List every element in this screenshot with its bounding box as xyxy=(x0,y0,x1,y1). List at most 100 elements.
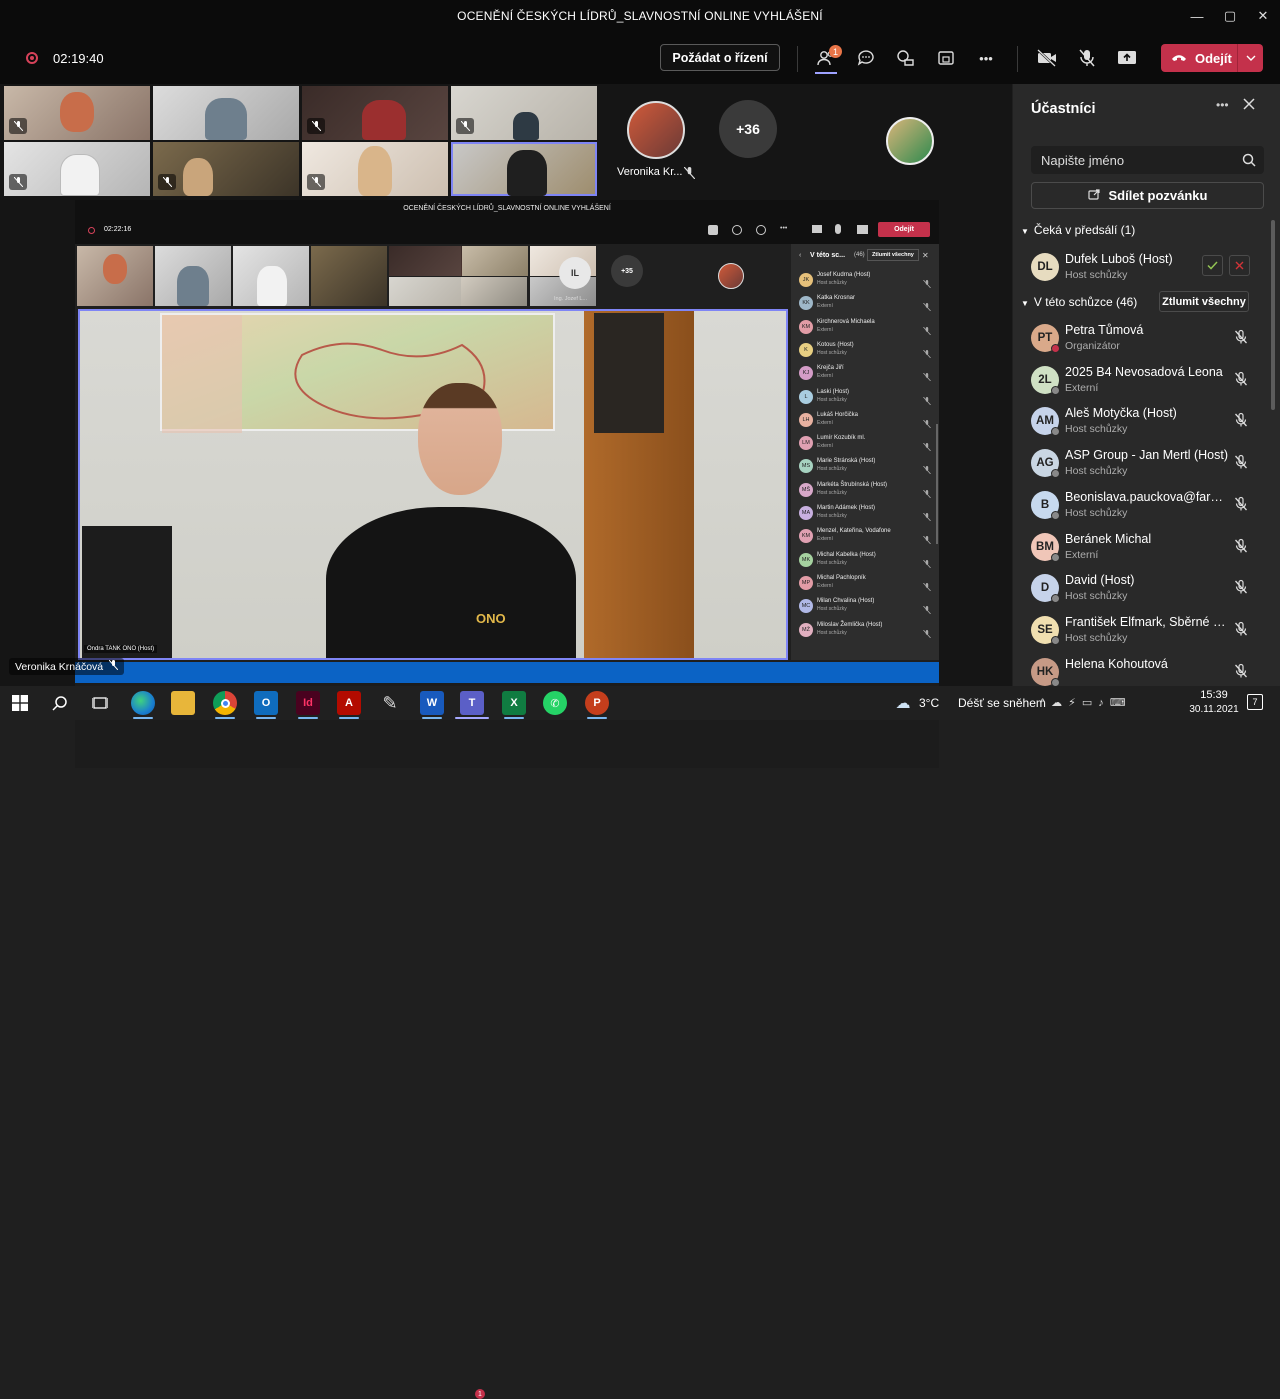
participant-row[interactable]: 2L 2025 B4 Nevosadová Leona Externí xyxy=(1013,362,1268,404)
running-indicator xyxy=(298,717,318,719)
mute-all-button[interactable]: Ztlumit všechny xyxy=(1159,291,1249,312)
panel-scrollbar[interactable] xyxy=(1271,220,1275,410)
participant-row[interactable]: SE František Elfmark, Sběrné sur... Host s… xyxy=(1013,612,1268,654)
running-indicator xyxy=(504,717,524,719)
mic-off-icon[interactable] xyxy=(1233,663,1251,681)
video-tile[interactable] xyxy=(451,86,597,140)
video-tile[interactable] xyxy=(153,86,299,140)
indesign-icon[interactable]: Id xyxy=(296,691,320,715)
mic-off-icon[interactable] xyxy=(1075,46,1099,70)
share-tray-icon[interactable] xyxy=(934,46,958,70)
participant-row[interactable]: PT Petra Tůmová Organizátor xyxy=(1013,320,1268,362)
participant-row[interactable]: BM Beránek Michal Externí xyxy=(1013,529,1268,571)
excel-icon[interactable]: X xyxy=(502,691,526,715)
task-view-icon[interactable] xyxy=(88,691,112,715)
running-indicator xyxy=(587,717,607,719)
leave-button[interactable]: Odejít xyxy=(1161,44,1263,72)
lobby-participant-row[interactable]: DL Dufek Luboš (Host) Host schůzky xyxy=(1013,249,1268,291)
chat-icon[interactable] xyxy=(854,46,878,70)
presence-indicator xyxy=(1051,552,1060,562)
windows-start-icon[interactable] xyxy=(8,691,32,715)
participant-row[interactable]: AG ASP Group - Jan Mertl (Host) Host schůz… xyxy=(1013,445,1268,487)
more-options-icon[interactable]: ••• xyxy=(974,46,998,70)
inner-avatar: KK xyxy=(799,296,813,311)
video-tile[interactable] xyxy=(302,142,448,196)
participant-avatar[interactable] xyxy=(627,101,685,159)
maximize-button[interactable]: ▢ xyxy=(1215,4,1245,28)
presence-indicator xyxy=(1051,469,1060,479)
leave-options-chevron-icon[interactable] xyxy=(1237,44,1263,72)
participant-row[interactable]: AM Aleš Motyčka (Host) Host schůzky xyxy=(1013,403,1268,445)
mic-off-icon[interactable] xyxy=(1233,621,1251,639)
inner-participant-row: K Kotous (Host) Host schůzky xyxy=(799,340,934,363)
inner-participant-name: Michal Kabelka (Host) xyxy=(817,551,876,558)
mic-off-icon xyxy=(923,368,931,382)
powerpoint-icon[interactable]: P xyxy=(585,691,609,715)
video-tile[interactable] xyxy=(4,86,150,140)
mic-off-icon[interactable] xyxy=(1233,454,1251,472)
minimize-button[interactable]: — xyxy=(1182,4,1212,28)
presence-indicator xyxy=(1051,635,1060,645)
mic-off-icon[interactable] xyxy=(1233,412,1251,430)
weather-text[interactable]: Déšť se sněhem xyxy=(958,696,1046,710)
avatar: HK xyxy=(1031,657,1060,687)
request-control-button[interactable]: Požádat o řízení xyxy=(660,44,780,71)
participant-row[interactable]: B Beonislava.pauckova@farmak... Host schůz… xyxy=(1013,487,1268,529)
participant-avatar[interactable] xyxy=(886,117,934,165)
weather-temp[interactable]: 3°C xyxy=(919,696,939,710)
close-panel-icon[interactable] xyxy=(1242,97,1256,116)
share-invite-button[interactable]: Sdílet pozvánku xyxy=(1031,182,1264,209)
inner-participant-role: Host schůzky xyxy=(817,466,847,473)
inner-participant-row: MP Michal Pachlopník Externí xyxy=(799,573,934,596)
overflow-participants-button[interactable]: +36 xyxy=(719,100,777,158)
mic-off-icon[interactable] xyxy=(1233,538,1251,556)
inner-participant-name: Laski (Host) xyxy=(817,388,850,395)
participant-name: Beránek Michal xyxy=(1065,531,1152,546)
meeting-section-header[interactable]: ▼ V této schůzce (46) xyxy=(1021,295,1137,309)
avatar: B xyxy=(1031,490,1060,520)
chrome-icon[interactable] xyxy=(213,691,237,715)
deny-close-icon[interactable] xyxy=(1229,255,1250,276)
teams-icon[interactable]: T xyxy=(460,691,484,715)
participant-role: Externí xyxy=(1065,381,1099,394)
video-tile[interactable] xyxy=(153,142,299,196)
participant-name: David (Host) xyxy=(1065,573,1135,588)
close-window-button[interactable]: ✕ xyxy=(1248,4,1278,28)
video-tile[interactable] xyxy=(302,86,448,140)
share-screen-icon[interactable] xyxy=(1115,46,1139,70)
acrobat-icon[interactable]: A xyxy=(337,691,361,715)
word-icon[interactable]: W xyxy=(420,691,444,715)
weather-icon[interactable]: ☁ xyxy=(891,691,915,715)
mic-off-icon[interactable] xyxy=(1233,496,1251,514)
presence-indicator xyxy=(1051,427,1060,437)
search-icon[interactable] xyxy=(48,691,72,715)
clock-time[interactable]: 15:39 xyxy=(1189,689,1239,701)
clock-date[interactable]: 30.11.2021 xyxy=(1186,704,1242,715)
lobby-section-header[interactable]: ▼ Čeká v předsálí (1) xyxy=(1021,223,1135,237)
search-icon[interactable] xyxy=(1242,153,1256,172)
search-input[interactable]: Napište jméno xyxy=(1031,146,1264,174)
camera-off-icon[interactable] xyxy=(1035,46,1059,70)
participant-row[interactable]: D David (Host) Host schůzky xyxy=(1013,570,1268,612)
video-tile[interactable] xyxy=(4,142,150,196)
video-tile-active-speaker[interactable] xyxy=(451,142,597,196)
file-explorer-icon[interactable] xyxy=(171,691,195,715)
reactions-icon[interactable] xyxy=(894,46,918,70)
inner-video-tile xyxy=(233,246,309,306)
tray-icons[interactable]: ^☁⚡▭♪⌨ xyxy=(1040,696,1132,709)
inner-avatar: MK xyxy=(799,552,813,567)
mic-off-icon[interactable] xyxy=(1233,371,1251,389)
edge-browser-icon[interactable] xyxy=(131,691,155,715)
mic-off-icon xyxy=(108,659,119,673)
mic-off-icon xyxy=(923,415,931,429)
mic-off-icon[interactable] xyxy=(1233,329,1251,347)
notifications-icon[interactable]: 7 xyxy=(1247,694,1263,710)
mic-off-icon[interactable] xyxy=(1233,579,1251,597)
admit-check-icon[interactable] xyxy=(1202,255,1223,276)
mic-off-icon xyxy=(923,298,931,312)
paint-icon[interactable]: ✎ xyxy=(378,691,402,715)
panel-more-icon[interactable]: ••• xyxy=(1216,98,1229,112)
whatsapp-icon[interactable]: ✆ xyxy=(543,691,567,715)
inner-participant-row: MC Milan Chvalina (Host) Host schůzky xyxy=(799,596,934,619)
outlook-icon[interactable]: O xyxy=(254,691,278,715)
